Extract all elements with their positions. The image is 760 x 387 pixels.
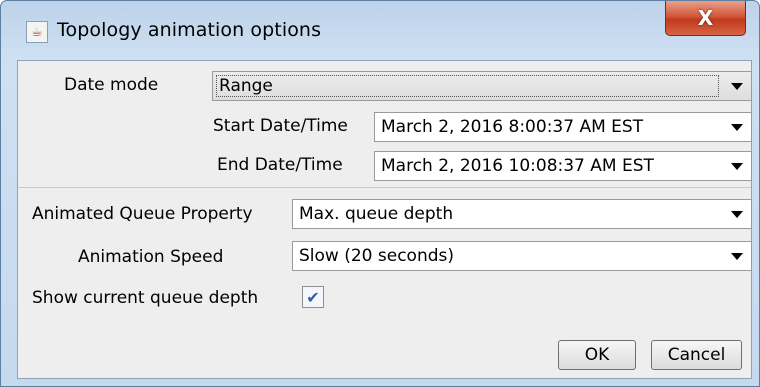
chevron-down-icon: [731, 211, 743, 218]
show-queue-depth-label: Show current queue depth: [32, 288, 259, 308]
start-datetime-select[interactable]: March 2, 2016 8:00:37 AM EST: [374, 112, 752, 142]
date-mode-label: Date mode: [64, 75, 159, 95]
title-bar[interactable]: ☕ Topology animation options X: [1, 1, 759, 61]
animation-speed-select[interactable]: Slow (20 seconds): [292, 241, 752, 271]
window-title: Topology animation options: [57, 19, 322, 41]
chevron-down-icon: [731, 124, 743, 131]
chevron-down-icon: [731, 163, 743, 170]
animation-speed-label: Animation Speed: [78, 247, 224, 267]
close-button[interactable]: X: [665, 1, 746, 36]
ok-button[interactable]: OK: [558, 340, 636, 370]
section-divider: [18, 187, 751, 188]
chevron-down-icon: [731, 253, 743, 260]
chevron-down-icon: [731, 83, 743, 90]
options-panel: Date mode Range Start Date/Time March 2,…: [17, 60, 752, 379]
java-coffee-cup-icon: ☕: [26, 21, 48, 43]
start-datetime-label: Start Date/Time: [213, 116, 348, 136]
checkmark-icon: ✔: [306, 287, 320, 307]
close-x-icon: X: [697, 6, 714, 30]
end-datetime-value: March 2, 2016 10:08:37 AM EST: [381, 156, 654, 176]
animation-speed-value: Slow (20 seconds): [299, 246, 455, 266]
show-queue-depth-checkbox[interactable]: ✔: [302, 286, 324, 308]
queue-property-label: Animated Queue Property: [32, 204, 253, 224]
queue-property-value: Max. queue depth: [299, 204, 454, 224]
queue-property-select[interactable]: Max. queue depth: [292, 199, 752, 229]
end-datetime-label: End Date/Time: [217, 155, 343, 175]
dialog-window: ☕ Topology animation options X Date mode…: [0, 0, 760, 387]
date-mode-value: Range: [216, 75, 719, 97]
date-mode-select[interactable]: Range: [212, 71, 752, 101]
cancel-button[interactable]: Cancel: [651, 340, 742, 370]
start-datetime-value: March 2, 2016 8:00:37 AM EST: [381, 117, 644, 137]
end-datetime-select[interactable]: March 2, 2016 10:08:37 AM EST: [374, 151, 752, 181]
